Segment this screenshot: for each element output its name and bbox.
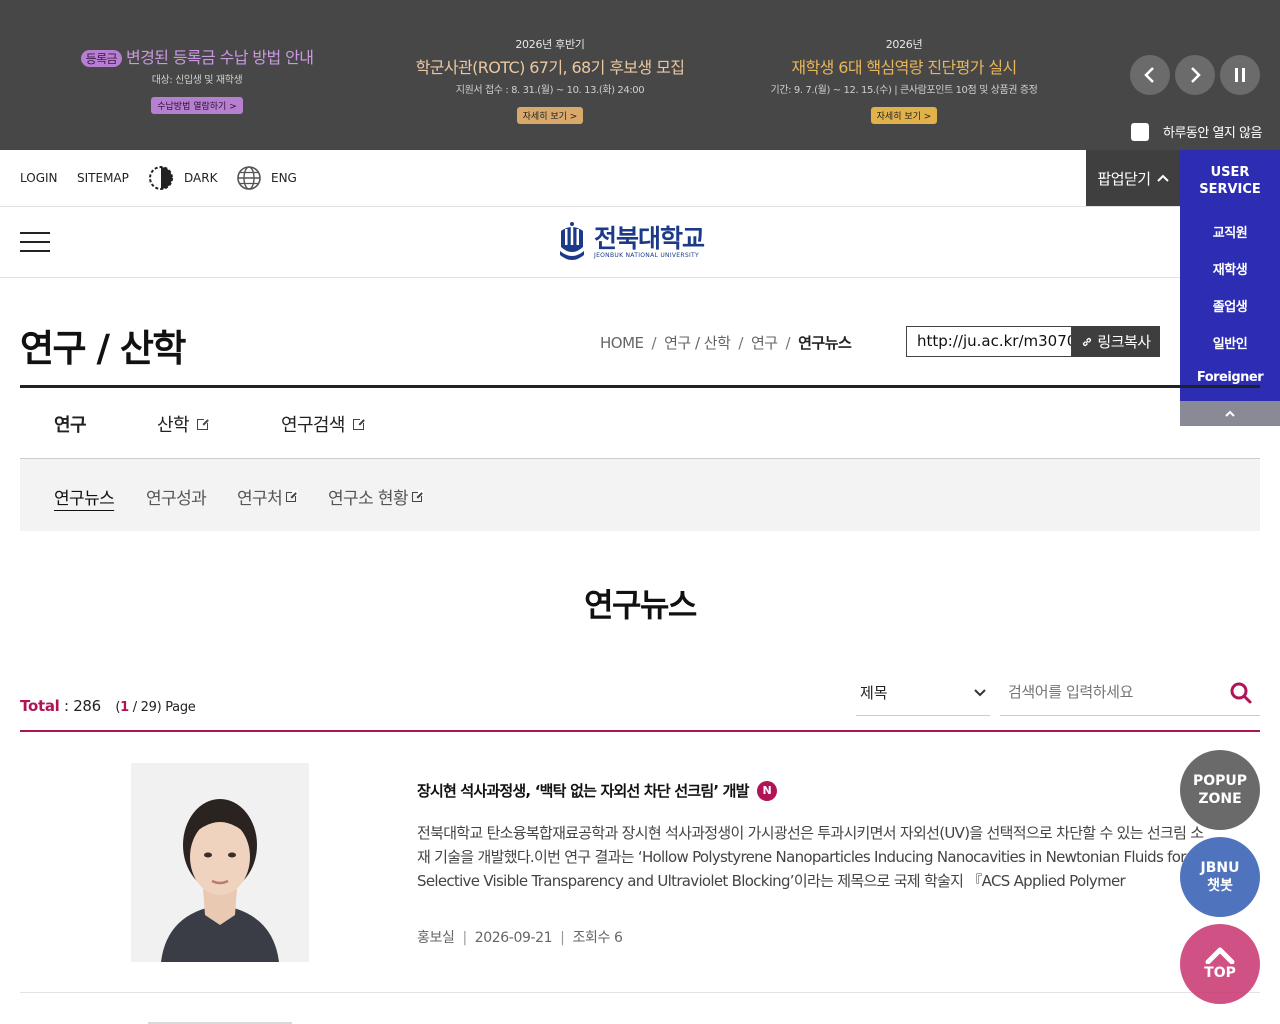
list-total: Total : 286 (1 / 29) Page bbox=[20, 697, 196, 715]
sitemap-link[interactable]: SITEMAP bbox=[77, 171, 129, 185]
article-writer: 홍보실 bbox=[417, 930, 455, 946]
carousel-pause-button[interactable] bbox=[1220, 55, 1260, 95]
tab-research-search[interactable]: 연구검색 bbox=[281, 411, 366, 437]
subtab-institute-status[interactable]: 연구소 현황 bbox=[328, 484, 425, 509]
promo-sub: 지원서 접수 : 8. 31.(월) ~ 10. 13.(화) 24:00 bbox=[455, 85, 645, 96]
promo-button[interactable]: 자세히 보기 > bbox=[516, 107, 584, 124]
promo-kicker: 2026년 후반기 bbox=[515, 38, 585, 51]
promo-button[interactable]: 자세히 보기 > bbox=[870, 107, 938, 124]
new-badge: N bbox=[756, 780, 777, 801]
user-service-staff[interactable]: 교직원 bbox=[1180, 222, 1280, 241]
list-top-divider bbox=[20, 730, 1260, 732]
user-service-public[interactable]: 일반인 bbox=[1180, 333, 1280, 352]
external-link-icon bbox=[412, 489, 425, 502]
search-input[interactable] bbox=[1008, 680, 1218, 704]
search-field-select[interactable]: 제목 bbox=[856, 670, 990, 716]
user-service-foreigner[interactable]: Foreigner bbox=[1180, 370, 1280, 385]
subtab-research-news[interactable]: 연구뉴스 bbox=[54, 484, 115, 509]
user-service-alumni[interactable]: 졸업생 bbox=[1180, 296, 1280, 315]
subtab-research-office[interactable]: 연구처 bbox=[237, 484, 299, 509]
page-url-field[interactable]: http://ju.ac.kr/m3070 bbox=[906, 326, 1072, 357]
breadcrumb-current: 연구뉴스 bbox=[798, 334, 852, 352]
logo-name-ko: 전북대학교 bbox=[594, 223, 705, 253]
breadcrumb-item[interactable]: 연구 / 산학 bbox=[664, 334, 731, 352]
breadcrumb: HOME / 연구 / 산학 / 연구 / 연구뉴스 bbox=[600, 334, 852, 352]
external-link-icon bbox=[286, 489, 299, 502]
link-icon bbox=[1083, 337, 1092, 346]
popup-zone-button[interactable]: POPUP ZONE bbox=[1180, 750, 1260, 830]
pause-icon bbox=[1235, 68, 1245, 82]
menu-button[interactable] bbox=[20, 232, 50, 252]
page-title: 연구 / 산학 bbox=[20, 327, 186, 370]
promo-sub: 대상: 신입생 및 재학생 bbox=[151, 75, 243, 86]
chatbot-button[interactable]: JBNU 챗봇 bbox=[1180, 837, 1260, 917]
content-title: 연구뉴스 bbox=[584, 586, 697, 624]
external-link-icon bbox=[196, 416, 210, 430]
user-service-fold-button[interactable] bbox=[1180, 401, 1280, 426]
chevron-right-icon bbox=[1191, 67, 1201, 83]
user-service-title: USER SERVICE bbox=[1199, 165, 1261, 197]
chevron-down-icon bbox=[974, 688, 986, 696]
portrait-photo bbox=[131, 763, 309, 962]
article-title[interactable]: 장시현 석사과정생, ‘백탁 없는 자외선 차단 선크림’ 개발 N bbox=[417, 780, 777, 801]
university-emblem-icon bbox=[560, 222, 584, 260]
checkbox-icon bbox=[1131, 122, 1149, 141]
popup-close-button[interactable]: 팝업닫기 bbox=[1086, 150, 1180, 206]
promo-headline: 변경된 등록금 수납 방법 안내 bbox=[125, 48, 314, 67]
promo-slide-tuition[interactable]: 등록금 변경된 등록금 수납 방법 안내 대상: 신입생 및 재학생 수납방법 열… bbox=[64, 42, 330, 114]
no-show-today-checkbox[interactable]: 하루동안 열지 않음 bbox=[1131, 122, 1262, 141]
no-show-today-label: 하루동안 열지 않음 bbox=[1163, 126, 1262, 141]
breadcrumb-home[interactable]: HOME bbox=[600, 334, 644, 352]
tab-industry[interactable]: 산학 bbox=[157, 411, 210, 437]
total-count: 286 bbox=[73, 697, 101, 715]
article-title-text: 장시현 석사과정생, ‘백탁 없는 자외선 차단 선크림’ 개발 bbox=[417, 782, 749, 800]
promo-tag: 등록금 bbox=[80, 50, 122, 67]
search-icon[interactable] bbox=[1228, 680, 1254, 706]
subtab-research-results[interactable]: 연구성과 bbox=[146, 484, 207, 509]
search-box bbox=[1000, 670, 1260, 716]
promo-button[interactable]: 수납방법 열람하기 > bbox=[151, 97, 243, 114]
logo-name-en: JEONBUK NATIONAL UNIVERSITY bbox=[594, 251, 699, 259]
chevron-up-icon bbox=[1156, 174, 1169, 182]
popup-close-label: 팝업닫기 bbox=[1097, 169, 1151, 188]
external-link-icon bbox=[352, 416, 366, 430]
english-link[interactable]: ENG bbox=[271, 171, 297, 185]
promo-slide-competency[interactable]: 2026년 재학생 6대 핵심역량 진단평가 실시 기간: 9. 7.(월) ~… bbox=[758, 36, 1050, 124]
university-logo[interactable]: 전북대학교 JEONBUK NATIONAL UNIVERSITY bbox=[558, 220, 728, 264]
dark-mode-toggle[interactable]: DARK bbox=[184, 171, 217, 185]
article-views: 조회수 6 bbox=[572, 930, 623, 946]
search-field-value: 제목 bbox=[860, 684, 888, 702]
promo-headline: 학군사관(ROTC) 67기, 68기 후보생 모집 bbox=[415, 58, 685, 77]
login-link[interactable]: LOGIN bbox=[20, 171, 58, 185]
article-summary[interactable]: 전북대학교 탄소융복합재료공학과 장시현 석사과정생이 가시광선은 투과시키면서… bbox=[417, 821, 1207, 893]
user-service-student[interactable]: 재학생 bbox=[1180, 259, 1280, 278]
breadcrumb-item[interactable]: 연구 bbox=[751, 334, 778, 352]
article-date: 2026-09-21 bbox=[474, 930, 553, 946]
chevron-left-icon bbox=[1144, 67, 1154, 83]
globe-icon[interactable] bbox=[236, 165, 262, 191]
copy-link-button[interactable]: 링크복사 bbox=[1072, 326, 1160, 357]
chevron-up-icon bbox=[1205, 947, 1235, 964]
tab-research[interactable]: 연구 bbox=[54, 411, 87, 437]
promo-slide-rotc[interactable]: 2026년 후반기 학군사관(ROTC) 67기, 68기 후보생 모집 지원서… bbox=[398, 36, 702, 124]
promo-kicker: 2026년 bbox=[885, 38, 923, 51]
scroll-top-button[interactable]: TOP bbox=[1180, 924, 1260, 1004]
article-meta: 홍보실 | 2026-09-21 | 조회수 6 bbox=[417, 930, 623, 946]
carousel-next-button[interactable] bbox=[1175, 55, 1215, 95]
title-divider bbox=[20, 385, 1260, 388]
total-label: Total bbox=[20, 697, 60, 715]
promo-sub: 기간: 9. 7.(월) ~ 12. 15.(수) | 큰사람포인트 10점 및… bbox=[770, 85, 1038, 96]
menu-icon bbox=[20, 232, 50, 234]
list-item-divider bbox=[20, 992, 1260, 993]
promo-headline: 재학생 6대 핵심역량 진단평가 실시 bbox=[791, 58, 1017, 77]
contrast-icon[interactable] bbox=[148, 165, 174, 191]
article-thumbnail[interactable] bbox=[131, 763, 309, 962]
chevron-up-icon bbox=[1225, 410, 1235, 417]
carousel-prev-button[interactable] bbox=[1130, 55, 1170, 95]
copy-link-label: 링크복사 bbox=[1097, 333, 1151, 351]
page-indicator: (1 / 29) Page bbox=[115, 700, 196, 715]
